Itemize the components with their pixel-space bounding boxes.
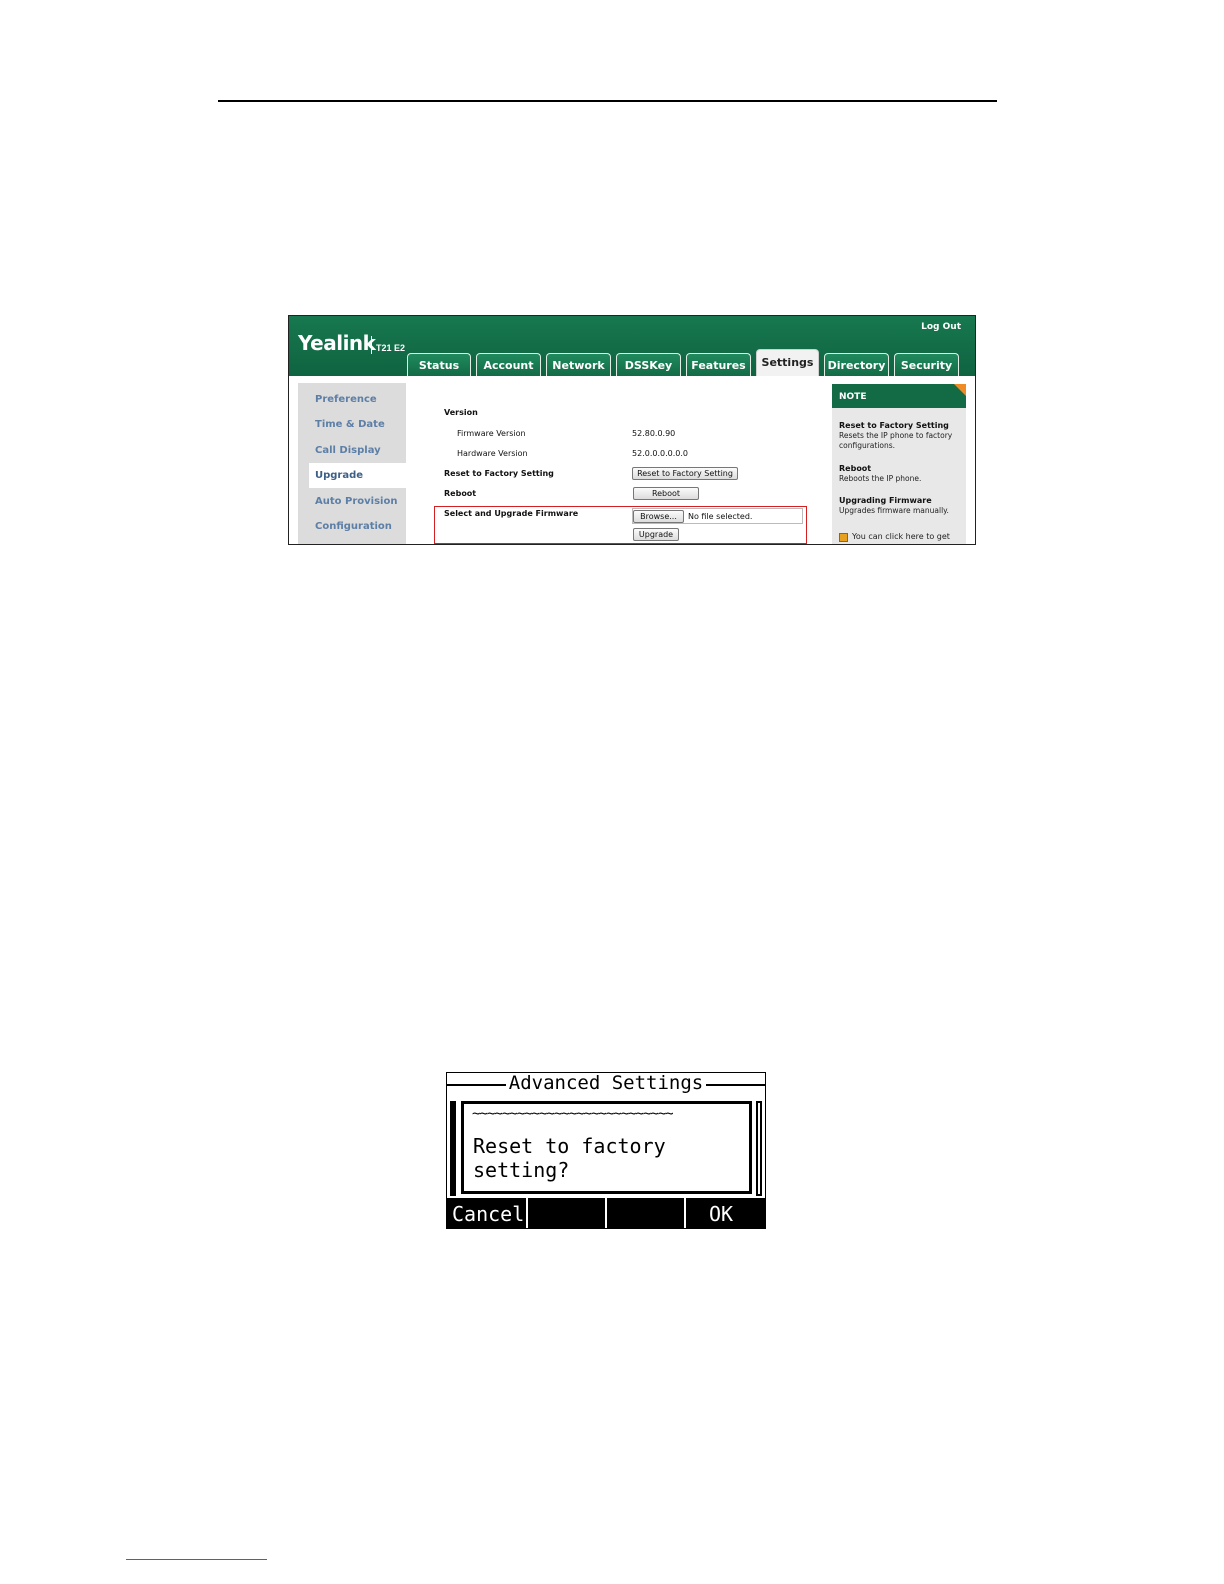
highlight-box (434, 506, 807, 544)
ok-softkey[interactable]: OK (709, 1198, 733, 1228)
reboot-button[interactable]: Reboot (633, 487, 699, 500)
logo-separator (371, 336, 372, 354)
top-bar: Yealink T21 E2 Log Out Status Account Ne… (289, 316, 975, 378)
note-item-title: Upgrading Firmware (839, 496, 932, 505)
version-heading: Version (444, 408, 478, 417)
hardware-version-label: Hardware Version (457, 449, 528, 458)
tab-directory[interactable]: Directory (824, 353, 889, 376)
sidebar-item-time-date[interactable]: Time & Date (298, 412, 406, 437)
tab-status[interactable]: Status (407, 353, 471, 376)
sidebar: Preference Time & Date Call Display Upgr… (298, 383, 406, 544)
note-panel: NOTE Reset to Factory Setting Resets the… (832, 384, 966, 544)
footnote-rule (126, 1559, 267, 1560)
softkey-divider (684, 1198, 686, 1228)
reset-factory-button[interactable]: Reset to Factory Setting (632, 467, 738, 480)
sidebar-item-upgrade[interactable]: Upgrade (309, 463, 406, 488)
hardware-version-value: 52.0.0.0.0.0.0 (632, 449, 688, 458)
note-item-title: Reset to Factory Setting (839, 421, 949, 430)
tab-dsskey[interactable]: DSSKey (616, 353, 681, 376)
phone-lcd-screenshot: Advanced Settings ~~~~~~~~~~~~~~~~~~~~~~… (446, 1072, 766, 1229)
tab-features[interactable]: Features (686, 353, 751, 376)
phone-model: T21 E2 (376, 343, 406, 353)
note-item-title: Reboot (839, 464, 872, 473)
lcd-title: Advanced Settings (447, 1073, 765, 1094)
note-title: NOTE (832, 384, 966, 408)
lcd-scroll-track (758, 1103, 760, 1194)
firmware-version-label: Firmware Version (457, 429, 526, 438)
tab-network[interactable]: Network (546, 353, 611, 376)
softkey-divider (526, 1198, 528, 1228)
header-rule (218, 100, 997, 102)
tab-security[interactable]: Security (894, 353, 959, 376)
softkey-divider (605, 1198, 607, 1228)
reset-factory-label: Reset to Factory Setting (444, 469, 554, 478)
note-item-desc: Resets the IP phone to factory configura… (839, 431, 953, 450)
web-ui-screenshot: Yealink T21 E2 Log Out Status Account Ne… (288, 315, 976, 545)
note-item-desc: Reboots the IP phone. (839, 474, 922, 483)
sidebar-item-call-display[interactable]: Call Display (298, 438, 406, 463)
tab-settings[interactable]: Settings (756, 349, 819, 378)
cancel-softkey[interactable]: Cancel (452, 1198, 524, 1228)
lcd-title-text: Advanced Settings (505, 1073, 707, 1094)
softkey-bar: Cancel OK (447, 1198, 765, 1228)
logout-link[interactable]: Log Out (921, 322, 961, 332)
lcd-left-bar (450, 1101, 456, 1196)
yealink-logo: Yealink (298, 331, 376, 355)
confirm-message: Reset to factory setting? (473, 1134, 666, 1182)
confirm-dialog: ~~~~~~~~~~~~~~~~~~~~~~~~~~~ Reset to fac… (461, 1101, 752, 1194)
sidebar-item-configuration[interactable]: Configuration (298, 514, 406, 539)
reboot-label: Reboot (444, 489, 477, 498)
wave-decoration: ~~~~~~~~~~~~~~~~~~~~~~~~~~~ (472, 1106, 674, 1122)
firmware-version-value: 52.80.0.90 (632, 429, 676, 438)
sidebar-item-auto-provision[interactable]: Auto Provision (298, 489, 406, 514)
book-icon (839, 533, 848, 542)
tab-account[interactable]: Account (476, 353, 541, 376)
note-item-desc: Upgrades firmware manually. (839, 506, 949, 515)
note-fold-icon (954, 384, 966, 396)
sidebar-item-preference[interactable]: Preference (298, 387, 406, 412)
note-help-link[interactable]: You can click here to get (852, 532, 950, 541)
